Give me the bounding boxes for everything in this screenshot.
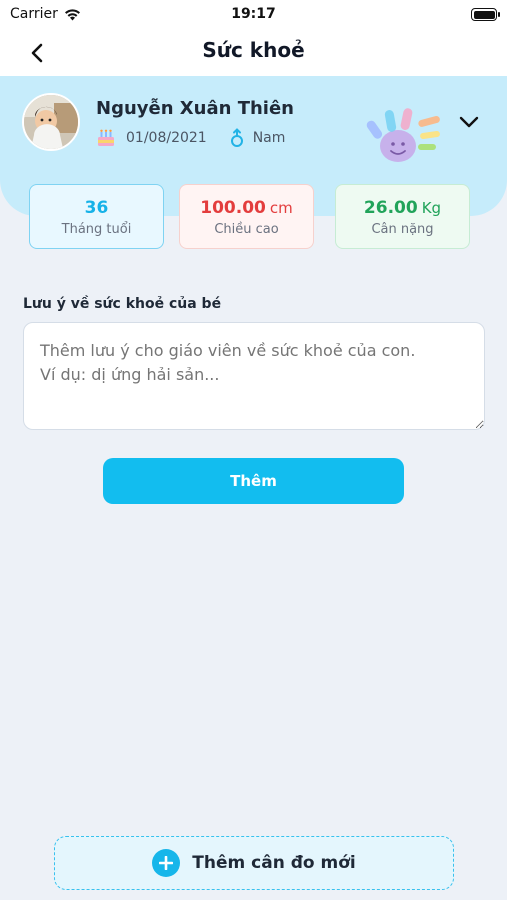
child-name: Nguyễn Xuân Thiên (96, 98, 294, 119)
age-label: Tháng tuổi (61, 222, 132, 237)
height-label: Chiều cao (214, 222, 279, 237)
handprint-icon (366, 108, 440, 162)
profile-switch-button[interactable] (454, 110, 484, 134)
age-value: 36 (84, 198, 109, 218)
gender-icon (230, 128, 243, 147)
add-measurement-label: Thêm cân đo mới (192, 853, 356, 873)
height-value-row: 100.00 cm (180, 198, 313, 218)
birthday-cake-icon (96, 128, 116, 148)
plus-icon (152, 849, 181, 877)
chevron-down-icon (459, 116, 479, 128)
status-time: 19:17 (231, 6, 276, 22)
add-measurement-button[interactable]: Thêm cân đo mới (54, 836, 454, 890)
add-note-button[interactable]: Thêm (103, 458, 404, 504)
gender-group: Nam (229, 128, 286, 148)
child-meta: 01/08/2021 Nam (96, 128, 285, 148)
weight-unit: Kg (421, 199, 442, 217)
status-bar: Carrier 19:17 (0, 0, 507, 30)
health-note-label: Lưu ý về sức khoẻ của bé (23, 296, 222, 312)
weight-label: Cân nặng (371, 222, 434, 237)
navbar: Sức khoẻ (0, 30, 507, 76)
child-birthday: 01/08/2021 (126, 130, 207, 146)
height-unit: cm (269, 199, 293, 217)
page-title: Sức khoẻ (202, 38, 305, 62)
weight-card: 26.00 Kg Cân nặng (335, 184, 470, 249)
height-value: 100.00 (200, 198, 266, 218)
height-card: 100.00 cm Chiều cao (179, 184, 314, 249)
avatar[interactable] (22, 93, 80, 151)
battery-icon (471, 8, 500, 21)
age-card: 36 Tháng tuổi (29, 184, 164, 249)
weight-value-row: 26.00 Kg (336, 198, 469, 218)
weight-value: 26.00 (363, 198, 418, 218)
child-gender: Nam (252, 130, 286, 146)
health-note-input[interactable] (23, 322, 485, 430)
